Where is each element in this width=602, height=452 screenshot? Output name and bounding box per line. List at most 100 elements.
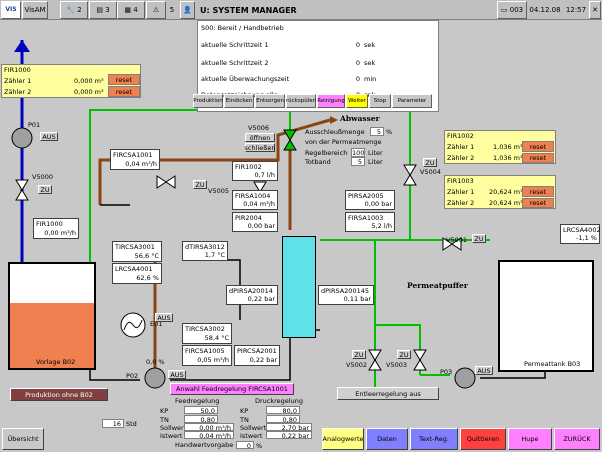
fircsa1001-box: FIRCSA1001 0,04 m³/h: [110, 149, 160, 170]
pump-p03-icon: [454, 367, 476, 389]
status-row-value: 0: [355, 75, 360, 83]
fir1003-reset1-button[interactable]: reset: [522, 186, 554, 197]
feed-soll-input[interactable]: 0,00 m³/h: [184, 423, 234, 432]
regelbereich-input[interactable]: 100: [351, 148, 365, 157]
e01-aus-button[interactable]: AUS: [155, 313, 173, 322]
fir1002-reset2-button[interactable]: reset: [522, 153, 554, 163]
totband-input[interactable]: 5: [351, 157, 365, 166]
box-title: LRCSA4002: [563, 226, 601, 234]
abwasser-label: Abwasser: [340, 114, 380, 123]
druck-soll-input[interactable]: 2,70 bar: [266, 423, 312, 432]
v5006-oeffnen-button[interactable]: öffnen: [245, 133, 275, 142]
valve-v5003-icon: [413, 349, 427, 361]
box-title: LRCSA4001: [115, 265, 153, 273]
mode-weiter-button[interactable]: Weiter: [346, 94, 368, 108]
water-inlet-arrow-icon: [14, 40, 30, 52]
box-value: 0,04 m³/h: [125, 160, 157, 168]
v5002-label: V5002: [346, 361, 367, 369]
p01-aus-button[interactable]: AUS: [40, 132, 58, 141]
druck-tn-input[interactable]: 0,80: [266, 415, 300, 424]
valve-v5002-icon: [368, 349, 382, 361]
box-title: dPIRSA200145: [321, 287, 369, 295]
text-reg-button[interactable]: Text-Reg.: [410, 428, 458, 450]
pir2004-box: PIR2004 0,00 bar: [232, 212, 278, 232]
p03-aus-button[interactable]: AUS: [475, 366, 493, 375]
daten-button[interactable]: Daten: [366, 428, 408, 450]
entleerregelung-button[interactable]: Entleerregelung aus: [337, 387, 439, 400]
lrcsa4002-box: LRCSA4002 -1,1 %: [560, 224, 601, 244]
v5000-zu-button[interactable]: ZU: [38, 185, 52, 194]
fir1000-reset1-button[interactable]: reset: [108, 74, 140, 85]
p02-pct: 0,0 %: [146, 358, 165, 366]
handwert-input[interactable]: 0: [236, 441, 254, 450]
box-title: PIRCSA2001: [237, 347, 277, 355]
kp-label: KP: [240, 407, 249, 415]
status-row-label: aktuelle Überwachungszeit: [201, 75, 290, 83]
counter-label: Zähler 1: [447, 143, 475, 151]
anwahl-feedregelung-button[interactable]: Anwahl Feedregelung FIRCSA1001: [170, 383, 294, 395]
box-title: FIRCSA1001: [113, 151, 153, 159]
status-row-label: aktuelle Schrittzeit 2: [201, 59, 269, 67]
std-unit: Std: [126, 420, 137, 428]
box-value: 0,7 l/h: [254, 171, 275, 179]
tn-label: TN: [160, 416, 169, 424]
box-value: 0,11 bar: [343, 295, 371, 303]
liter-unit: Liter: [368, 158, 383, 166]
abwasser-arrow-icon: [330, 116, 338, 124]
counter-value: 1,036 m³: [493, 143, 523, 151]
mode-entsorgen-button[interactable]: Entsorgen: [255, 94, 285, 108]
totband-label: Totband: [305, 158, 331, 166]
feed-kp-input[interactable]: 50,0: [184, 406, 218, 415]
v5000-label: V5000: [32, 173, 53, 181]
quittieren-button[interactable]: Quittieren: [460, 428, 506, 450]
druck-kp-input[interactable]: 80,0: [266, 406, 300, 415]
box-value: 0,00 m³/h: [44, 229, 76, 237]
analogwerte-button[interactable]: Analogwerte: [322, 428, 364, 450]
feed-tn-input[interactable]: 0,80: [184, 415, 218, 424]
handwert-unit: %: [256, 442, 263, 450]
ausschleuss-label: Ausschleußmenge: [305, 128, 365, 136]
box-value: 0,04 m³/h: [243, 200, 275, 208]
mode-rueckspuelen-button[interactable]: rückspülen: [286, 94, 316, 108]
p02-aus-button[interactable]: AUS: [168, 370, 186, 379]
uebersicht-button[interactable]: Übersicht: [2, 428, 44, 450]
counter-value: 0,000 m³: [74, 77, 104, 85]
counter-title: FIR1002: [447, 132, 474, 140]
fir1000-reset2-button[interactable]: reset: [108, 86, 140, 97]
box-value: 62,6 %: [136, 274, 159, 282]
std-value: 16: [102, 419, 124, 428]
ausschleuss-input[interactable]: 5: [370, 127, 384, 136]
pct-unit: %: [386, 128, 393, 136]
fir1003-reset2-button[interactable]: reset: [522, 198, 554, 208]
tank-b03: Permeattank B03: [498, 260, 594, 372]
hupe-button[interactable]: Hupe: [508, 428, 552, 450]
sollwert-label: Sollwert: [240, 424, 267, 432]
mode-stop-button[interactable]: Stop: [369, 94, 391, 108]
regelbereich-label: Regelbereich: [305, 149, 348, 157]
box-title: FIRSA1004: [235, 192, 271, 200]
valve-hand-icon: [156, 175, 167, 189]
v5005-zu-button[interactable]: ZU: [193, 180, 207, 189]
zurueck-button[interactable]: ZURÜCK: [554, 428, 600, 450]
liter-unit: Liter: [368, 149, 383, 157]
dpirsa20014-box: dPIRSA20014 0,22 bar: [226, 285, 278, 305]
v5001-zu-button[interactable]: ZU: [472, 234, 486, 243]
box-title: FIR1002: [235, 163, 262, 171]
counter-label: Zähler 2: [447, 199, 475, 207]
produktion-ohne-b02-button[interactable]: Produktion ohne B02: [10, 388, 108, 401]
pump-p02-icon: [144, 367, 166, 389]
status-row-unit: min: [364, 75, 377, 83]
status-header: S00: Bereit / Handbetrieb: [201, 24, 284, 32]
mode-eindicken-button[interactable]: Eindicken: [224, 94, 254, 108]
fir1002-reset1-button[interactable]: reset: [522, 141, 554, 152]
box-title: TIRCSA3002: [185, 325, 225, 333]
mode-parameter-button[interactable]: Parameter: [392, 94, 432, 108]
v5004-zu-button[interactable]: ZU: [423, 158, 437, 167]
box-title: FIR1000: [36, 220, 63, 228]
mode-produktion-button[interactable]: Produktion: [193, 94, 223, 108]
mode-reinigung-button[interactable]: Reinigung: [317, 94, 345, 108]
istwert-label: Istwert: [240, 432, 263, 440]
v5002-zu-button[interactable]: ZU: [352, 350, 366, 359]
v5006-schliessen-button[interactable]: schließen: [245, 143, 275, 152]
v5003-zu-button[interactable]: ZU: [397, 350, 411, 359]
